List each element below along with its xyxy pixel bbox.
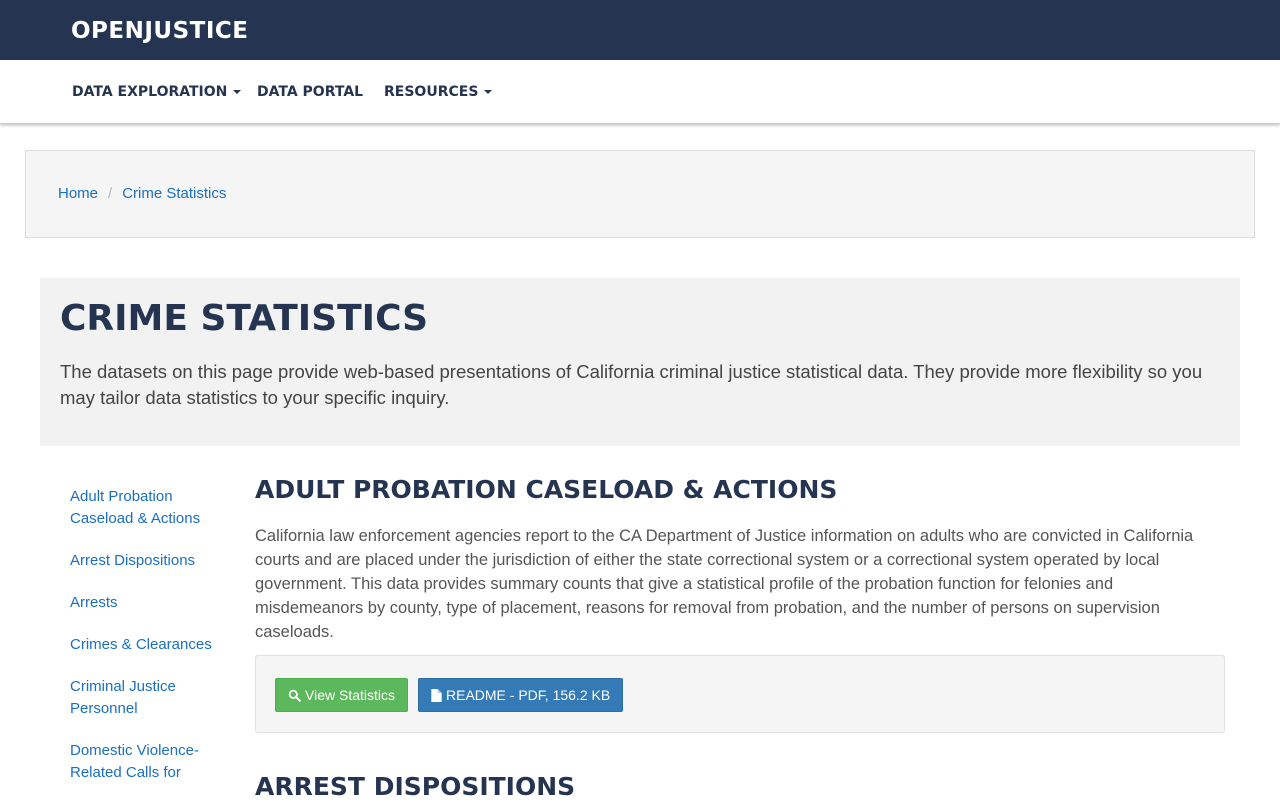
breadcrumb-home-link[interactable]: Home bbox=[58, 185, 98, 202]
site-header: OPENJUSTICE bbox=[0, 0, 1280, 60]
sidebar-link-crimes-clearances[interactable]: Crimes & Clearances bbox=[70, 634, 220, 656]
section-adult-probation: ADULT PROBATION CASELOAD & ACTIONS Calif… bbox=[255, 474, 1225, 733]
nav-data-portal[interactable]: DATA PORTAL bbox=[257, 84, 363, 101]
breadcrumb-current-link[interactable]: Crime Statistics bbox=[122, 185, 226, 202]
sidebar-nav: Adult Probation Caseload & Actions Arres… bbox=[70, 486, 220, 804]
readme-pdf-button[interactable]: README - PDF, 156.2 KB bbox=[418, 678, 624, 712]
file-icon bbox=[431, 689, 442, 702]
search-icon bbox=[288, 689, 301, 702]
page-intro-text: The datasets on this page provide web-ba… bbox=[60, 361, 1203, 408]
sidebar-link-domestic-violence[interactable]: Domestic Violence-Related Calls for bbox=[70, 740, 220, 784]
caret-down-icon bbox=[233, 90, 242, 94]
page-title: CRIME STATISTICS bbox=[60, 298, 429, 339]
section-title: ARREST DISPOSITIONS bbox=[255, 772, 576, 801]
view-statistics-label: View Statistics bbox=[305, 687, 395, 703]
sidebar-link-arrests[interactable]: Arrests bbox=[70, 592, 220, 614]
nav-data-exploration-label: DATA EXPLORATION bbox=[72, 84, 228, 100]
sidebar-link-arrest-dispositions[interactable]: Arrest Dispositions bbox=[70, 550, 220, 572]
nav-resources-label: RESOURCES bbox=[384, 84, 479, 100]
section-arrest-dispositions: ARREST DISPOSITIONS bbox=[255, 771, 1225, 803]
section-title: ADULT PROBATION CASELOAD & ACTIONS bbox=[255, 475, 838, 504]
section-actions-well: View Statistics README - PDF, 156.2 KB bbox=[255, 655, 1225, 733]
page-hero: CRIME STATISTICS The datasets on this pa… bbox=[40, 278, 1240, 446]
view-statistics-button[interactable]: View Statistics bbox=[275, 678, 408, 712]
sidebar-link-adult-probation[interactable]: Adult Probation Caseload & Actions bbox=[70, 486, 220, 530]
nav-resources[interactable]: RESOURCES bbox=[384, 84, 493, 101]
main-content: ADULT PROBATION CASELOAD & ACTIONS Calif… bbox=[255, 474, 1225, 803]
breadcrumb-separator: / bbox=[108, 185, 113, 202]
breadcrumb: Home / Crime Statistics bbox=[25, 150, 1255, 238]
nav-data-exploration[interactable]: DATA EXPLORATION bbox=[72, 84, 242, 101]
readme-pdf-label: README - PDF, 156.2 KB bbox=[446, 687, 611, 703]
openjustice-logo[interactable]: OPENJUSTICE bbox=[71, 18, 249, 44]
caret-down-icon bbox=[484, 90, 493, 94]
section-description: California law enforcement agencies repo… bbox=[255, 527, 1194, 641]
nav-data-portal-label: DATA PORTAL bbox=[257, 84, 364, 100]
main-navbar: DATA EXPLORATION DATA PORTAL RESOURCES bbox=[0, 60, 1280, 124]
sidebar-link-criminal-justice-personnel[interactable]: Criminal Justice Personnel bbox=[70, 676, 220, 720]
